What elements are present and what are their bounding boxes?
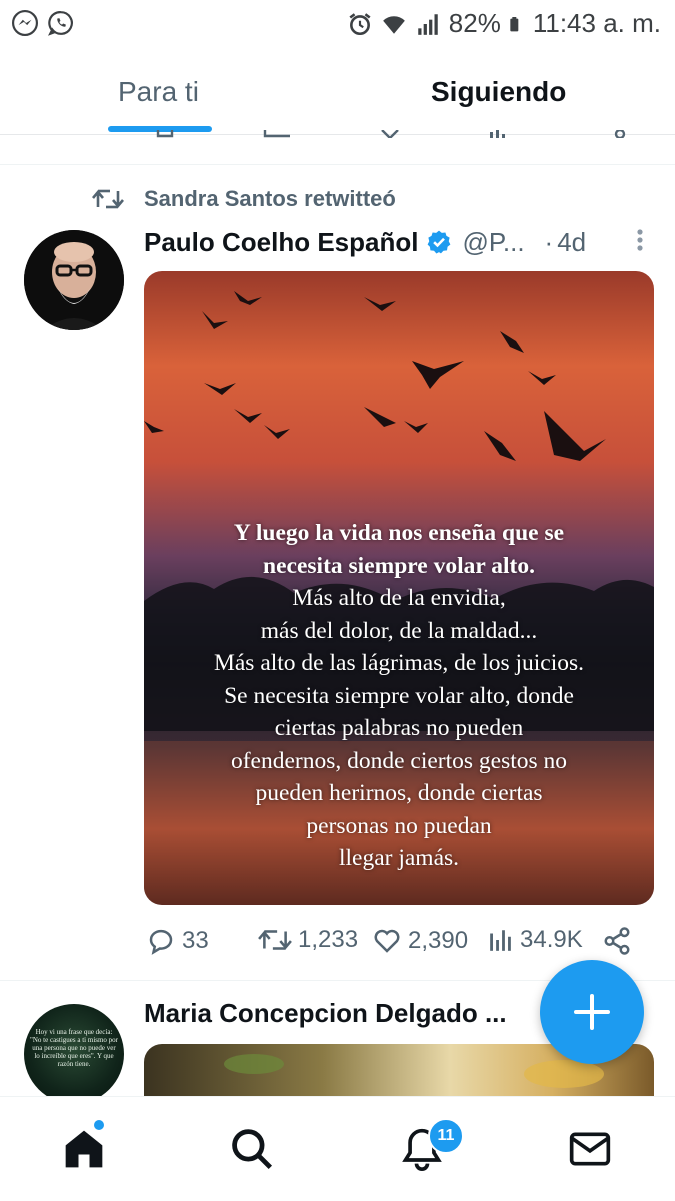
divider — [0, 164, 675, 165]
quote-line: Más alto de las lágrimas, de los juicios… — [213, 650, 585, 676]
home-unread-dot — [94, 1120, 104, 1130]
mail-icon[interactable] — [568, 1127, 612, 1171]
status-right: 82% 11:43 a. m. — [347, 8, 661, 39]
heart-icon — [374, 929, 400, 953]
tweet-actions: 33 1,233 2,390 34.9K — [146, 926, 646, 960]
author-name[interactable]: Maria Concepcion Delgado ... — [144, 998, 507, 1029]
quote-line: Y luego la vida nos enseña que se — [233, 520, 565, 546]
clock: 11:43 a. m. — [532, 8, 661, 38]
quote-line: necesita siempre volar alto. — [263, 552, 535, 579]
status-left-icons — [12, 10, 74, 36]
views-button[interactable]: 34.9K — [488, 926, 583, 954]
bottom-navigation — [0, 1096, 675, 1201]
whatsapp-icon — [48, 11, 73, 36]
alarm-icon — [349, 12, 371, 35]
tweet-header: Paulo Coelho Español @P... · 4d — [144, 224, 654, 260]
separator-dot: · — [544, 226, 554, 257]
quote-line: ciertas palabras no pueden — [274, 715, 524, 741]
author-handle[interactable]: @P... — [462, 227, 524, 258]
avatar-caption: Hoy vi una frase que decía: "No te casti… — [30, 1028, 119, 1068]
battery-icon — [510, 16, 519, 31]
retweet-context[interactable]: Sandra Santos retwitteó — [92, 186, 396, 212]
notifications-badge: 11 — [428, 1118, 464, 1154]
home-icon[interactable] — [62, 1127, 106, 1171]
quote-line: personas no puedan — [306, 812, 492, 839]
retweet-icon — [92, 189, 124, 209]
views-icon — [490, 930, 511, 951]
like-count: 2,390 — [408, 927, 469, 954]
avatar[interactable]: Hoy vi una frase que decía: "No te casti… — [24, 1004, 124, 1104]
tab-for-you[interactable]: Para ti — [118, 76, 199, 108]
reply-icon — [149, 929, 173, 955]
reply-button[interactable]: 33 — [146, 926, 209, 956]
quote-line: Más alto de la envidia, — [292, 585, 506, 611]
image-quote-text: Y luego la vida nos enseña que se necesi… — [144, 517, 654, 875]
tweet-time[interactable]: 4d — [557, 227, 586, 258]
quote-line: Se necesita siempre volar alto, donde — [224, 682, 574, 709]
timeline-tabs: Para ti Siguiendo — [0, 50, 675, 135]
share-icon[interactable] — [602, 926, 632, 956]
tweet-image[interactable]: Y luego la vida nos enseña que se necesi… — [144, 271, 654, 905]
quote-line: ofendernos, donde ciertos gestos no — [230, 747, 568, 774]
verified-badge-icon — [428, 230, 451, 254]
messenger-icon — [12, 10, 38, 36]
like-button[interactable]: 2,390 — [372, 926, 468, 956]
more-options-icon[interactable] — [636, 228, 644, 252]
retweet-icon — [258, 930, 292, 950]
compose-tweet-button[interactable] — [540, 960, 644, 1064]
avatar[interactable] — [24, 230, 124, 330]
search-icon[interactable] — [230, 1127, 274, 1171]
wifi-icon — [382, 15, 405, 34]
previous-tweet-actions — [150, 124, 650, 138]
status-bar: 82% 11:43 a. m. — [0, 0, 675, 50]
retweet-count: 1,233 — [298, 926, 359, 953]
quote-line: pueden herirnos, donde ciertas — [255, 780, 543, 806]
plus-icon — [574, 994, 610, 1030]
battery-percent: 82% — [448, 8, 501, 38]
retweeted-by-label: Sandra Santos retwitteó — [144, 186, 396, 211]
quote-line: más del dolor, de la maldad... — [260, 617, 538, 644]
retweet-button[interactable]: 1,233 — [258, 926, 358, 954]
tab-following[interactable]: Siguiendo — [431, 76, 566, 108]
author-name[interactable]: Paulo Coelho Español — [144, 227, 418, 258]
signal-icon — [418, 13, 438, 35]
quote-line: llegar jamás. — [338, 845, 460, 871]
view-count: 34.9K — [520, 926, 583, 953]
reply-count: 33 — [182, 927, 209, 954]
